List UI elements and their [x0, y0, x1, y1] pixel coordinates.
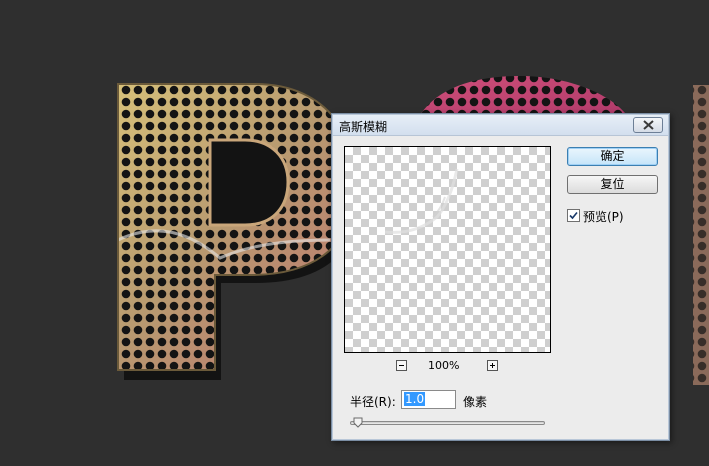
radius-label: 半径(R):	[350, 395, 396, 409]
checkmark-icon	[569, 211, 578, 220]
unit-label: 像素	[463, 395, 488, 409]
radius-value: 1.0	[404, 392, 426, 406]
zoom-level: 100%	[428, 359, 460, 372]
preview-area[interactable]	[344, 146, 551, 353]
close-button[interactable]	[633, 117, 663, 133]
reset-button[interactable]: 复位	[567, 175, 658, 194]
zoom-out-button[interactable]	[396, 360, 407, 371]
dialog-titlebar[interactable]: 高斯模糊	[333, 115, 668, 136]
ok-button[interactable]: 确定	[567, 147, 658, 166]
preview-image	[384, 168, 459, 234]
close-icon	[643, 120, 654, 130]
gaussian-blur-dialog: 高斯模糊 100% 确定 复位 预览(P) 半径(R): 1.0 像素	[331, 113, 670, 441]
preview-checkbox[interactable]	[567, 209, 580, 222]
radius-slider-track[interactable]	[350, 421, 545, 425]
dialog-title: 高斯模糊	[339, 120, 388, 134]
slider-thumb-icon[interactable]	[353, 417, 363, 428]
preview-checkbox-label[interactable]: 预览(P)	[583, 208, 624, 225]
zoom-in-button[interactable]	[487, 360, 498, 371]
radius-input[interactable]: 1.0	[401, 390, 456, 409]
